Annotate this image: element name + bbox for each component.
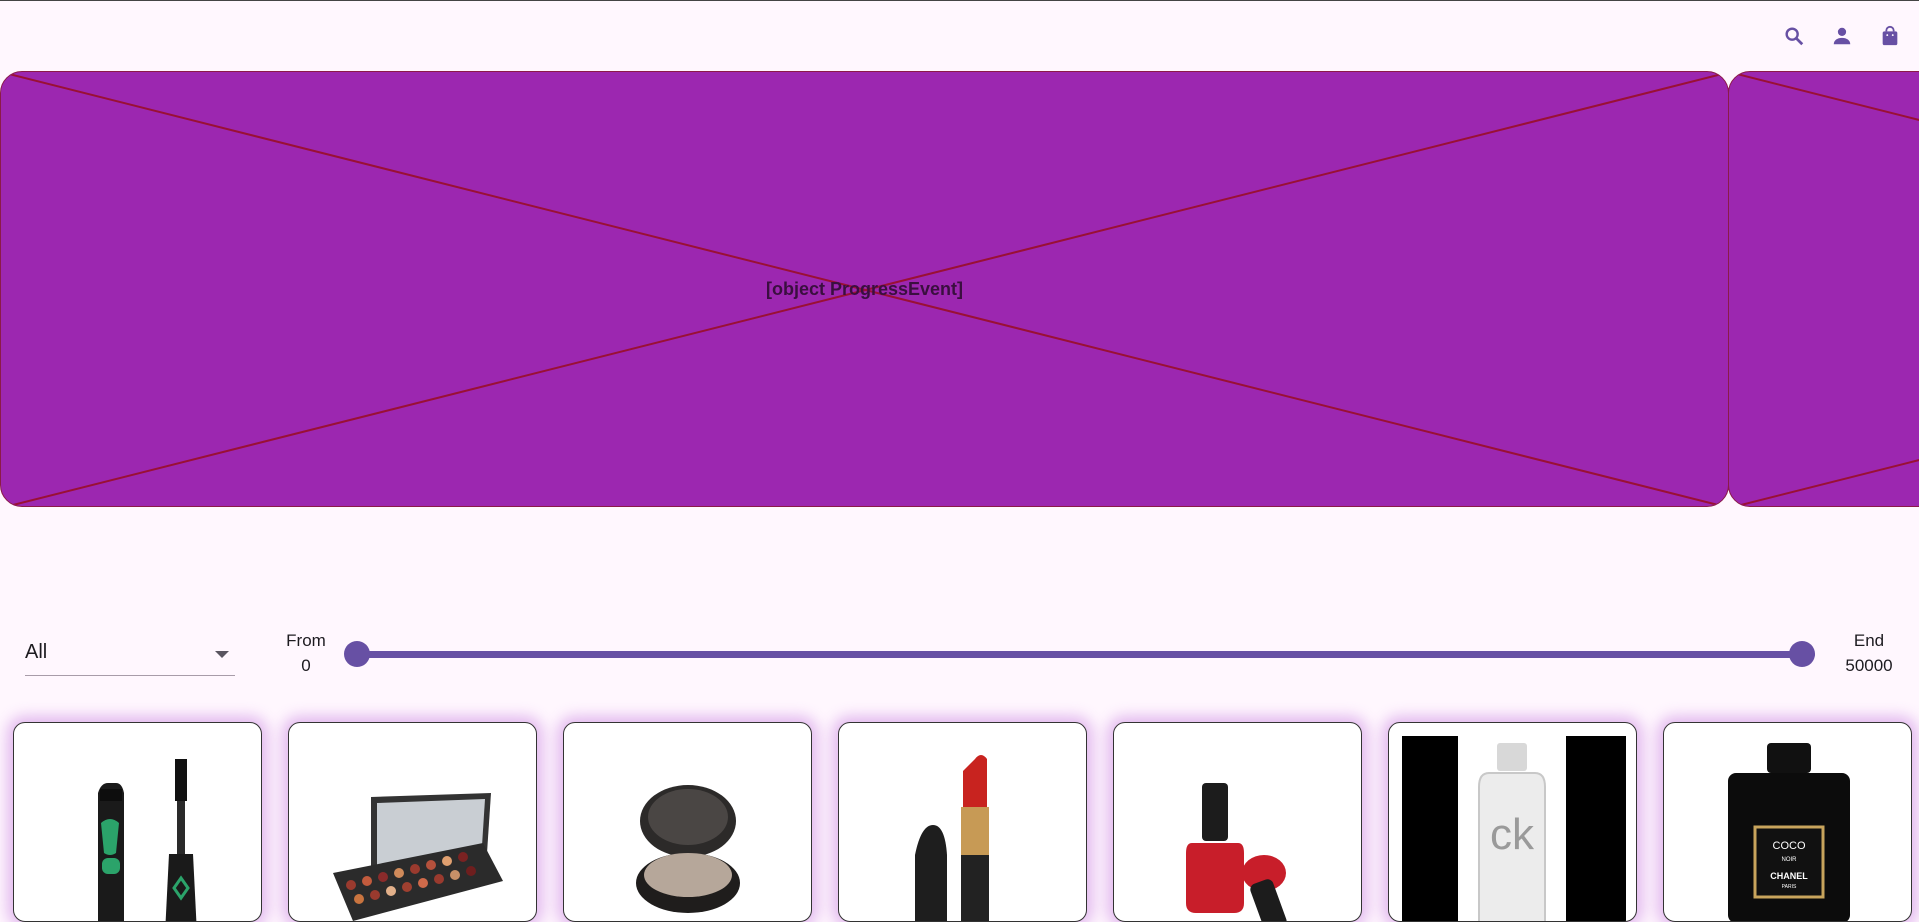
- category-selected-value: All: [25, 641, 48, 663]
- shopping-bag-icon[interactable]: [1877, 23, 1903, 49]
- product-card[interactable]: [838, 722, 1087, 922]
- price-range-slider[interactable]: [344, 641, 1815, 667]
- compact-powder-image: [636, 785, 740, 913]
- range-end-label: End: [1853, 631, 1885, 650]
- product-card[interactable]: COCO NOIR CHANEL PARIS: [1663, 722, 1912, 922]
- paris-label: PARIS: [1782, 884, 1797, 890]
- nail-polish-image: [1186, 783, 1287, 921]
- chanel-perfume-image: COCO NOIR CHANEL PARIS: [1728, 743, 1850, 921]
- range-from: From 0: [280, 628, 332, 678]
- search-icon[interactable]: [1781, 23, 1807, 49]
- broken-image-placeholder: [1729, 72, 1919, 506]
- chanel-label: CHANEL: [1770, 871, 1808, 881]
- banner-carousel[interactable]: [object ProgressEvent]: [0, 71, 1919, 509]
- header-toolbar: [1781, 1, 1919, 71]
- banner-slide[interactable]: [1728, 71, 1919, 507]
- eyeshadow-palette-image: [333, 793, 503, 921]
- range-from-value: 0: [301, 656, 311, 675]
- slider-track[interactable]: [357, 651, 1815, 658]
- slider-end-thumb[interactable]: [1789, 641, 1815, 667]
- product-card[interactable]: [563, 722, 812, 922]
- product-card[interactable]: [288, 722, 537, 922]
- coco-label: COCO: [1773, 840, 1806, 852]
- ck-one-perfume-image: ck: [1402, 736, 1626, 921]
- banner-slide[interactable]: [object ProgressEvent]: [0, 71, 1729, 507]
- product-card[interactable]: ck: [1388, 722, 1637, 922]
- dropdown-arrow-icon: [215, 651, 229, 658]
- mascara-image: [98, 759, 197, 921]
- slider-start-thumb[interactable]: [344, 641, 370, 667]
- noir-label: NOIR: [1782, 857, 1798, 863]
- product-card[interactable]: [1113, 722, 1362, 922]
- product-card[interactable]: [13, 722, 262, 922]
- image-error-text: [object ProgressEvent]: [765, 279, 964, 299]
- range-end: End 50000: [1834, 628, 1904, 678]
- product-grid: ck COCO NOIR CHANEL PARIS: [0, 722, 1919, 922]
- category-dropdown[interactable]: All: [25, 631, 235, 676]
- range-from-label: From: [286, 631, 326, 650]
- range-end-value: 50000: [1845, 656, 1893, 675]
- lipstick-image: [915, 755, 989, 921]
- ck-label: ck: [1490, 810, 1535, 859]
- person-icon[interactable]: [1829, 23, 1855, 49]
